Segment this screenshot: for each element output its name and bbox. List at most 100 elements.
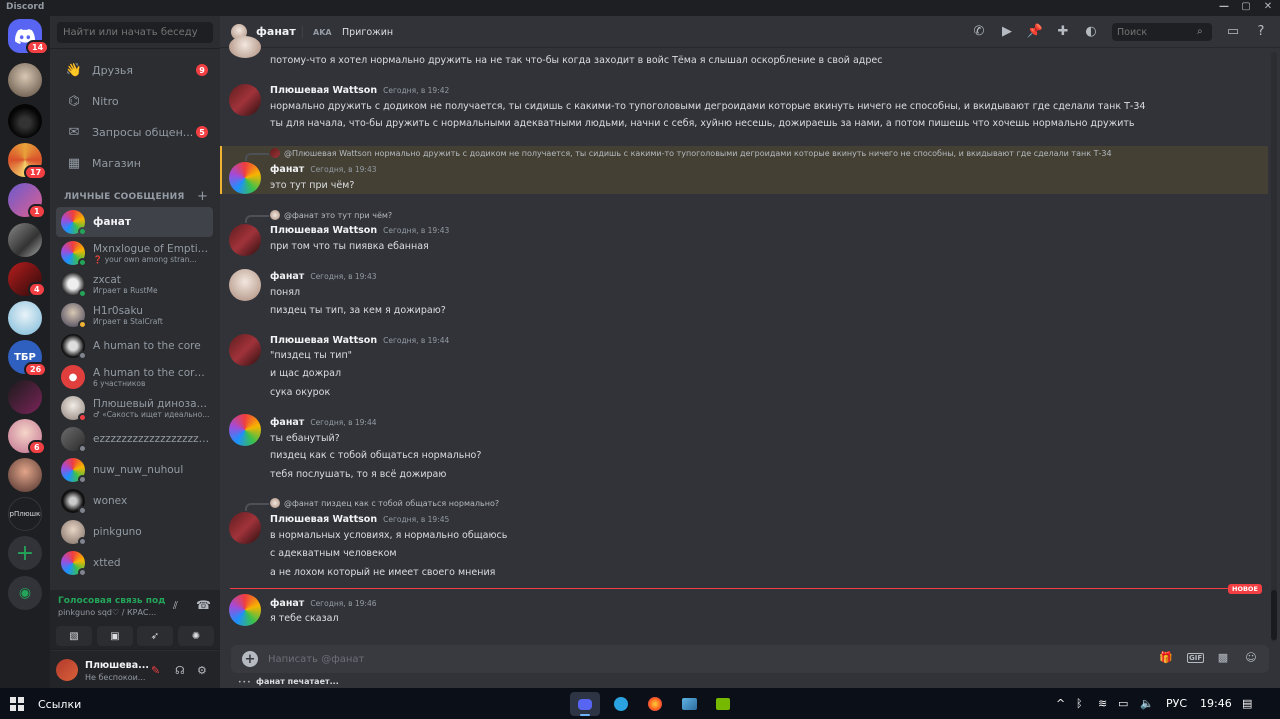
gif-icon[interactable]: GIF: [1187, 653, 1205, 663]
dm-item[interactable]: zxcat Играет в RustMe: [56, 269, 213, 299]
taskbar-nvidia[interactable]: [708, 692, 738, 716]
dm-item[interactable]: xtted: [56, 548, 213, 578]
windows-start-icon[interactable]: [10, 697, 24, 711]
reply-preview[interactable]: @фанат пиздец как с тобой общаться норма…: [270, 498, 499, 508]
taskbar-firefox[interactable]: [640, 692, 670, 716]
dm-item[interactable]: wonex: [56, 486, 213, 516]
dm-item[interactable]: H1r0saku Играет в StalCraft: [56, 300, 213, 330]
help-icon[interactable]: ?: [1252, 24, 1270, 39]
message-author[interactable]: фанат Сегодня, в 19:46: [270, 598, 377, 609]
scroll-thumb[interactable]: [1271, 590, 1277, 640]
volume-icon[interactable]: 🔈: [1140, 697, 1154, 710]
voice-status-title[interactable]: Голосовая связь под: [58, 596, 165, 606]
server-icon-5[interactable]: [8, 223, 42, 257]
user-name[interactable]: Плюшева...: [85, 660, 149, 671]
message-author[interactable]: Плюшевая Wattson Сегодня, в 19:42: [270, 85, 449, 96]
network-icon[interactable]: ≋: [1098, 697, 1107, 710]
nav-shop[interactable]: ▦ Магазин: [58, 149, 212, 177]
activity-button[interactable]: ➶: [137, 626, 173, 646]
reply-preview[interactable]: @фанат это тут при чём?: [270, 210, 392, 220]
add-friend-icon[interactable]: ✚: [1054, 24, 1072, 39]
user-profile-icon[interactable]: ◐: [1082, 24, 1100, 39]
screen-share-button[interactable]: ▣: [97, 626, 133, 646]
author-name[interactable]: фанат: [270, 417, 304, 428]
author-name[interactable]: фанат: [270, 164, 304, 175]
headphones-icon[interactable]: ☊: [175, 664, 185, 677]
taskbar-photos[interactable]: [674, 692, 704, 716]
gift-icon[interactable]: 🎁: [1157, 651, 1175, 664]
message-avatar[interactable]: [229, 594, 261, 626]
noise-suppression-icon[interactable]: ⫽: [173, 599, 178, 613]
disconnect-icon[interactable]: ☎: [196, 598, 211, 612]
notifications-icon[interactable]: ▤: [1242, 697, 1252, 710]
server-icon-12[interactable]: epПлюшки: [8, 497, 42, 531]
gear-icon[interactable]: ⚙: [197, 664, 207, 677]
author-name[interactable]: фанат: [270, 271, 304, 282]
maximize-button[interactable]: ▢: [1236, 1, 1256, 12]
author-name[interactable]: Плюшевая Wattson: [270, 514, 377, 525]
dm-item[interactable]: pinkguno: [56, 517, 213, 547]
dm-search-input[interactable]: [57, 22, 213, 43]
battery-icon[interactable]: ▭: [1118, 697, 1128, 710]
message-avatar[interactable]: [229, 414, 261, 446]
add-server-button[interactable]: +: [8, 536, 42, 570]
message-avatar[interactable]: [229, 334, 261, 366]
video-call-icon[interactable]: ▶: [998, 24, 1016, 39]
explore-servers-button[interactable]: ◉: [8, 576, 42, 610]
message-author[interactable]: фанат Сегодня, в 19:44: [270, 417, 377, 428]
soundboard-button[interactable]: ✺: [178, 626, 214, 646]
chat-scrollbar[interactable]: [1271, 52, 1277, 642]
pin-icon[interactable]: 📌: [1026, 24, 1044, 39]
camera-off-button[interactable]: ▧: [56, 626, 92, 646]
mic-muted-icon[interactable]: ✎: [151, 664, 160, 677]
message-avatar[interactable]: [229, 162, 261, 194]
reply-preview[interactable]: @Плюшевая Wattson нормально дружить с до…: [270, 148, 1112, 158]
nav-message-requests[interactable]: ✉ Запросы общен... 5: [58, 118, 212, 146]
server-icon-11[interactable]: [8, 458, 42, 492]
dm-item[interactable]: Плюшевый динозав... ♂ «Сакость ищет идеал…: [56, 393, 213, 423]
create-dm-button[interactable]: +: [197, 189, 208, 204]
message-avatar[interactable]: [229, 84, 261, 116]
dm-item-group[interactable]: ● A human to the core, ... 6 участников: [56, 362, 213, 392]
server-icon-2[interactable]: [8, 104, 42, 138]
minimize-button[interactable]: —: [1214, 1, 1234, 12]
dm-item[interactable]: A human to the core: [56, 331, 213, 361]
user-avatar[interactable]: [56, 659, 78, 681]
clock[interactable]: 19:46: [1200, 697, 1232, 710]
call-icon[interactable]: ✆: [970, 24, 988, 39]
upload-plus-icon[interactable]: +: [242, 651, 258, 667]
dm-item[interactable]: nuw_nuw_nuhoul: [56, 455, 213, 485]
message-author[interactable]: фанат Сегодня, в 19:43: [270, 164, 377, 175]
emoji-icon[interactable]: ☺: [1242, 651, 1260, 664]
inbox-icon[interactable]: ▭: [1224, 24, 1242, 39]
taskbar-discord[interactable]: [570, 692, 600, 716]
dm-item-fanat[interactable]: фанат: [56, 207, 213, 237]
close-window-button[interactable]: ✕: [1258, 1, 1278, 12]
message-author[interactable]: Плюшевая Wattson Сегодня, в 19:44: [270, 335, 449, 346]
message-author[interactable]: фанат Сегодня, в 19:43: [270, 271, 377, 282]
message-avatar[interactable]: [229, 269, 261, 301]
author-name[interactable]: Плюшевая Wattson: [270, 225, 377, 236]
voice-channel-name[interactable]: pinkguno sqd♡ / КРАС...: [58, 608, 156, 617]
bluetooth-icon[interactable]: ᛒ: [1076, 697, 1083, 710]
message-author[interactable]: Плюшевая Wattson Сегодня, в 19:43: [270, 225, 449, 236]
server-icon-9[interactable]: [8, 380, 42, 414]
message-avatar[interactable]: [229, 224, 261, 256]
dm-item[interactable]: Mxnxlogue of Emptin... ❓ your own among s…: [56, 238, 213, 268]
language-indicator[interactable]: РУС: [1166, 697, 1187, 710]
server-icon-7[interactable]: [8, 301, 42, 335]
server-icon-1[interactable]: [8, 63, 42, 97]
nav-nitro[interactable]: ⌬ Nitro: [58, 87, 212, 115]
author-name[interactable]: Плюшевая Wattson: [270, 335, 377, 346]
message-avatar[interactable]: [229, 512, 261, 544]
taskbar-search-label[interactable]: Ссылки: [38, 698, 81, 711]
message-author[interactable]: Плюшевая Wattson Сегодня, в 19:45: [270, 514, 449, 525]
author-name[interactable]: Плюшевая Wattson: [270, 85, 377, 96]
taskbar-telegram[interactable]: [606, 692, 636, 716]
nav-friends[interactable]: 👋 Друзья 9: [58, 56, 212, 84]
tray-chevron-icon[interactable]: ^: [1056, 697, 1065, 710]
author-name[interactable]: фанат: [270, 598, 304, 609]
sticker-icon[interactable]: ▩: [1214, 651, 1232, 664]
dm-item[interactable]: ezzzzzzzzzzzzzzzzzzz...: [56, 424, 213, 454]
message-avatar[interactable]: [229, 36, 261, 58]
